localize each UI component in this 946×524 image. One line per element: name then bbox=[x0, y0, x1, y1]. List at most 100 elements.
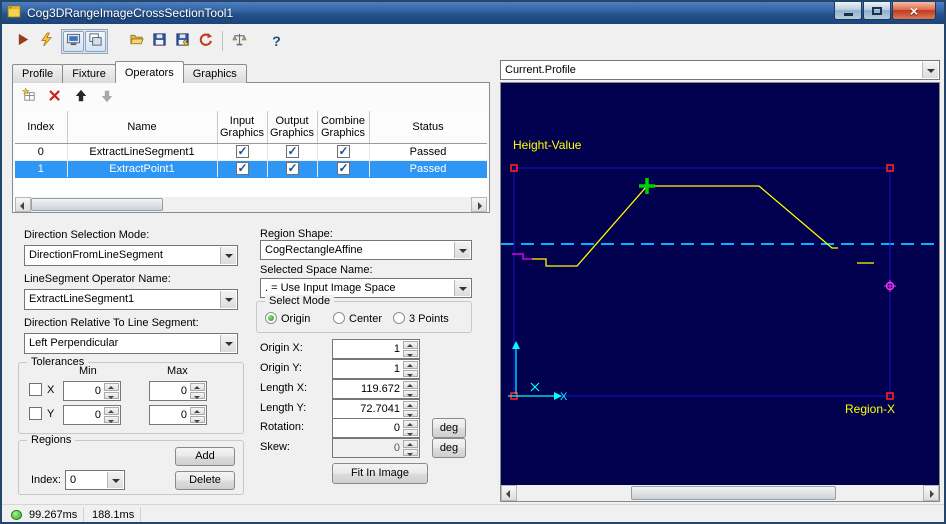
spin-up-button[interactable] bbox=[403, 401, 418, 409]
checkbox[interactable] bbox=[336, 144, 350, 158]
center-radio[interactable] bbox=[333, 312, 345, 324]
three-points-radio[interactable] bbox=[393, 312, 405, 324]
run-button[interactable] bbox=[12, 30, 35, 53]
origin-x-spinner[interactable]: 1 bbox=[332, 339, 420, 359]
spin-down-button[interactable] bbox=[190, 415, 205, 423]
spin-up-button[interactable] bbox=[190, 407, 205, 415]
scrollbar-thumb[interactable] bbox=[631, 486, 836, 500]
tolerance-y-checkbox[interactable] bbox=[29, 407, 42, 420]
spin-up-button bbox=[403, 440, 418, 448]
spin-down-button[interactable] bbox=[403, 428, 418, 436]
tab-fixture[interactable]: Fixture bbox=[62, 64, 116, 83]
fit-in-image-button[interactable]: Fit In Image bbox=[332, 463, 428, 484]
tolerance-x-min-spinner[interactable]: 0 bbox=[63, 381, 121, 401]
chevron-down-icon[interactable] bbox=[220, 335, 236, 352]
tab-profile[interactable]: Profile bbox=[12, 64, 64, 83]
checkbox[interactable] bbox=[285, 144, 299, 158]
tolerance-x-checkbox[interactable] bbox=[29, 383, 42, 396]
direction-relative-label: Direction Relative To Line Segment: bbox=[24, 317, 199, 329]
scroll-left-button[interactable] bbox=[501, 485, 517, 501]
spin-up-button[interactable] bbox=[403, 341, 418, 349]
table-row[interactable]: 1 ExtractPoint1 Passed bbox=[15, 160, 487, 178]
origin-x-label: Origin X: bbox=[260, 342, 303, 354]
image-display-toggle-button[interactable] bbox=[63, 30, 84, 52]
spin-up-button[interactable] bbox=[104, 407, 119, 415]
chevron-down-icon[interactable] bbox=[107, 472, 123, 488]
spin-down-button[interactable] bbox=[104, 415, 119, 423]
region-shape-combo[interactable]: CogRectangleAffine bbox=[260, 240, 472, 260]
chevron-down-icon[interactable] bbox=[220, 291, 236, 308]
region-index-combo[interactable]: 0 bbox=[65, 470, 125, 490]
table-row[interactable]: 0 ExtractLineSegment1 Passed bbox=[15, 143, 487, 161]
cell-name: ExtractPoint1 bbox=[67, 160, 218, 178]
display-record-combo[interactable]: Current.Profile bbox=[500, 60, 940, 80]
status-separator bbox=[140, 507, 141, 522]
tolerance-y-min-spinner[interactable]: 0 bbox=[63, 405, 121, 425]
column-header-index: Index bbox=[15, 111, 68, 144]
checkbox[interactable] bbox=[235, 161, 249, 175]
rotation-spinner[interactable]: 0 bbox=[332, 418, 420, 438]
chevron-down-icon[interactable] bbox=[922, 62, 938, 78]
move-down-button[interactable] bbox=[97, 87, 117, 107]
maximize-button[interactable] bbox=[863, 2, 891, 20]
skew-deg-button[interactable]: deg bbox=[432, 438, 466, 458]
add-operator-button[interactable] bbox=[19, 87, 39, 107]
reset-button[interactable] bbox=[194, 30, 217, 53]
close-button[interactable]: × bbox=[892, 2, 936, 20]
origin-y-spinner[interactable]: 1 bbox=[332, 359, 420, 379]
scroll-right-button[interactable] bbox=[923, 485, 939, 501]
spin-down-button[interactable] bbox=[403, 409, 418, 417]
title-bar[interactable]: Cog3DRangeImageCrossSectionTool1 × bbox=[2, 2, 944, 24]
spin-down-button[interactable] bbox=[190, 391, 205, 399]
chevron-down-icon[interactable] bbox=[454, 280, 470, 296]
delete-operator-button[interactable] bbox=[45, 87, 65, 107]
origin-radio[interactable] bbox=[265, 312, 277, 324]
checkbox[interactable] bbox=[336, 161, 350, 175]
checkbox[interactable] bbox=[235, 144, 249, 158]
save-button[interactable] bbox=[148, 30, 171, 53]
add-region-button[interactable]: Add bbox=[175, 447, 235, 466]
cell-index: 0 bbox=[15, 143, 68, 161]
length-y-label: Length Y: bbox=[260, 402, 307, 414]
open-button[interactable] bbox=[125, 30, 148, 53]
trigger-button[interactable] bbox=[35, 30, 58, 53]
move-up-button[interactable] bbox=[71, 87, 91, 107]
linesegment-operator-combo[interactable]: ExtractLineSegment1 bbox=[24, 289, 238, 310]
scroll-right-button[interactable] bbox=[471, 197, 487, 212]
spin-down-button[interactable] bbox=[403, 369, 418, 377]
cell-input-graphics bbox=[217, 160, 268, 178]
spin-up-button[interactable] bbox=[403, 420, 418, 428]
length-x-spinner[interactable]: 119.672 bbox=[332, 379, 420, 399]
tab-operators[interactable]: Operators bbox=[114, 61, 184, 83]
spin-down-button[interactable] bbox=[403, 349, 418, 357]
tolerance-x-max-spinner[interactable]: 0 bbox=[149, 381, 207, 401]
tab-graphics[interactable]: Graphics bbox=[182, 64, 247, 83]
spin-up-button[interactable] bbox=[403, 381, 418, 389]
scroll-left-button[interactable] bbox=[15, 197, 31, 212]
spin-up-button[interactable] bbox=[190, 383, 205, 391]
spin-up-button[interactable] bbox=[104, 383, 119, 391]
close-icon: × bbox=[909, 2, 919, 19]
rotation-deg-button[interactable]: deg bbox=[432, 418, 466, 438]
length-y-spinner[interactable]: 72.7041 bbox=[332, 399, 420, 419]
tolerance-y-max-spinner[interactable]: 0 bbox=[149, 405, 207, 425]
delete-region-button[interactable]: Delete bbox=[175, 471, 235, 490]
floating-display-toggle-button[interactable] bbox=[85, 30, 106, 52]
minimize-button[interactable] bbox=[834, 2, 862, 20]
chevron-down-icon[interactable] bbox=[220, 247, 236, 264]
spin-up-button[interactable] bbox=[403, 361, 418, 369]
spin-down-button[interactable] bbox=[403, 389, 418, 397]
profile-display[interactable]: Height-Value Region-X X bbox=[500, 82, 940, 502]
balance-button[interactable] bbox=[228, 30, 251, 53]
direction-relative-combo[interactable]: Left Perpendicular bbox=[24, 333, 238, 354]
resize-grip[interactable] bbox=[938, 518, 940, 520]
help-button[interactable]: ? bbox=[265, 30, 288, 53]
save-as-button[interactable] bbox=[171, 30, 194, 53]
three-points-radio-label: 3 Points bbox=[409, 313, 449, 325]
rotation-label: Rotation: bbox=[260, 421, 305, 433]
spin-down-button[interactable] bbox=[104, 391, 119, 399]
checkbox[interactable] bbox=[285, 161, 299, 175]
direction-selection-mode-combo[interactable]: DirectionFromLineSegment bbox=[24, 245, 238, 266]
scrollbar-thumb[interactable] bbox=[31, 198, 163, 211]
chevron-down-icon[interactable] bbox=[454, 242, 470, 258]
